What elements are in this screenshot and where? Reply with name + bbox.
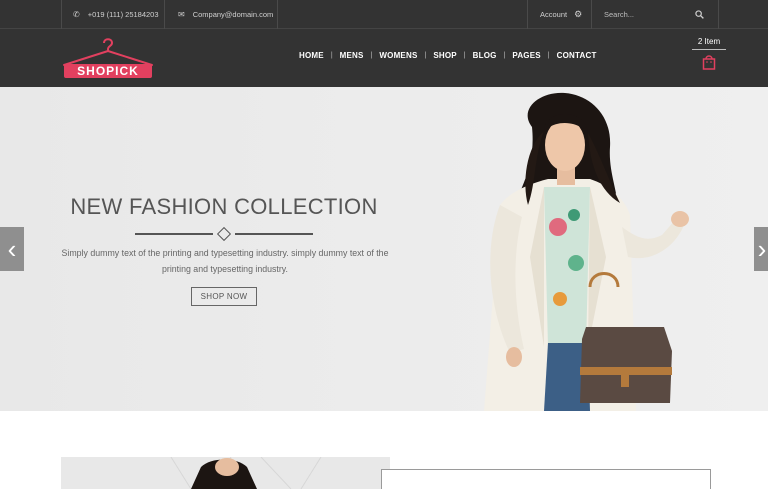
- shopping-bag-icon: [702, 55, 716, 70]
- nav-contact[interactable]: CONTACT: [550, 51, 604, 60]
- title-divider: [135, 226, 313, 242]
- chevron-right-icon: ›: [757, 233, 767, 264]
- cart[interactable]: 2 Item: [692, 37, 726, 79]
- logo[interactable]: SHOPICK: [60, 37, 156, 81]
- slider-prev-button[interactable]: ‹: [0, 227, 24, 271]
- envelope-icon: ✉: [178, 10, 185, 19]
- hero-text-line: Simply dummy text of the printing and ty…: [61, 248, 389, 258]
- nav-pages[interactable]: PAGES: [505, 51, 547, 60]
- gear-icon: ⚙: [574, 9, 583, 19]
- featured-banner-1[interactable]: [61, 457, 390, 489]
- model-photo: [440, 87, 710, 411]
- main-header: SHOPICK HOME | MENS | WOMENS | SHOP | BL…: [0, 29, 768, 87]
- search-input[interactable]: Search...: [604, 10, 634, 19]
- diamond-icon: [216, 226, 232, 242]
- search-icon[interactable]: [695, 10, 704, 19]
- nav-blog[interactable]: BLOG: [466, 51, 504, 60]
- hero-title: NEW FASHION COLLECTION: [70, 194, 378, 219]
- slider-next-button[interactable]: ›: [754, 227, 768, 271]
- chevron-left-icon: ‹: [7, 233, 17, 264]
- phone-icon: ✆: [73, 10, 80, 19]
- nav-womens[interactable]: WOMENS: [372, 51, 424, 60]
- phone-number: +019 (111) 25184203: [87, 10, 159, 19]
- account-menu[interactable]: Account ⚙: [527, 0, 591, 29]
- account-label: Account: [540, 10, 568, 19]
- main-nav: HOME | MENS | WOMENS | SHOP | BLOG | PAG…: [292, 51, 604, 60]
- nav-home[interactable]: HOME: [292, 51, 331, 60]
- hanger-icon: [63, 38, 153, 66]
- logo-text: SHOPICK: [64, 64, 152, 78]
- phone-contact[interactable]: ✆ +019 (111) 25184203: [61, 0, 164, 29]
- nav-mens[interactable]: MENS: [333, 51, 371, 60]
- hero-text-line: printing and typesetting industry.: [162, 263, 288, 274]
- email-contact[interactable]: ✉ Company@domain.com: [164, 0, 278, 29]
- model-illustration: [484, 92, 689, 411]
- hero-description: Simply dummy text of the printing and ty…: [50, 246, 400, 277]
- divider-line: [235, 233, 313, 235]
- shop-now-button[interactable]: SHOP NOW: [191, 287, 257, 306]
- banner-illustration: [61, 457, 390, 489]
- email-address: Company@domain.com: [192, 10, 274, 19]
- nav-shop[interactable]: SHOP: [426, 51, 463, 60]
- search-box[interactable]: Search...: [591, 0, 719, 29]
- featured-section: [0, 411, 768, 489]
- divider-line: [135, 233, 213, 235]
- hero-slider: NEW FASHION COLLECTION Simply dummy text…: [0, 87, 768, 411]
- cart-count: 2 Item: [692, 37, 726, 50]
- featured-banner-2[interactable]: [381, 469, 711, 489]
- top-bar: ✆ +019 (111) 25184203 ✉ Company@domain.c…: [0, 0, 768, 29]
